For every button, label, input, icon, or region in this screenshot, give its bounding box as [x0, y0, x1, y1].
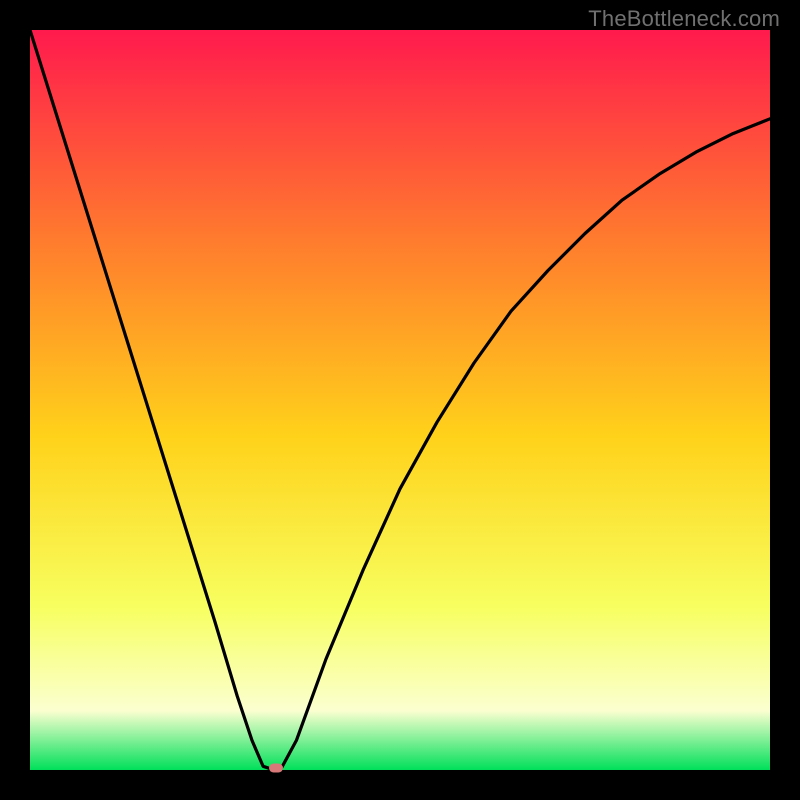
watermark-text: TheBottleneck.com: [588, 6, 780, 32]
optimal-point-marker: [269, 763, 283, 772]
chart-frame: [30, 30, 770, 770]
bottleneck-curve: [30, 30, 770, 770]
